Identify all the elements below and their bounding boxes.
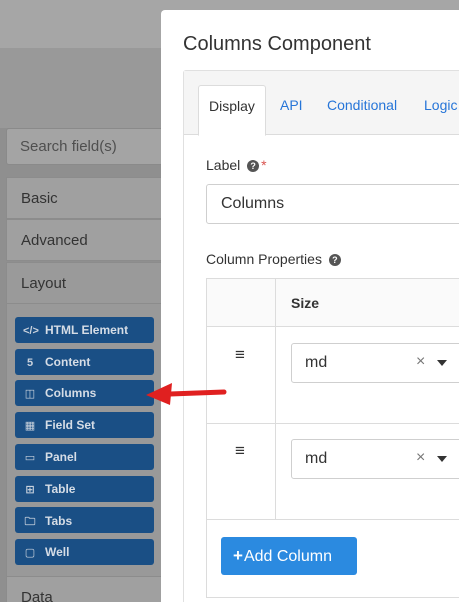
modal-title: Columns Component [183, 33, 371, 55]
list-alt-icon: ▭ [24, 452, 36, 464]
html5-icon: 5 [26, 357, 34, 369]
component-label: Panel [45, 450, 78, 464]
layout-group-body [6, 304, 164, 576]
tab-display[interactable]: Display [198, 85, 266, 136]
question-circle-icon[interactable]: ? [247, 160, 260, 172]
size-value: md [305, 450, 328, 467]
row-divider [207, 519, 459, 520]
red-arrow-annotation [146, 383, 227, 405]
header-size: Size [291, 295, 320, 311]
component-html-element[interactable]: </> HTML Element [15, 317, 154, 343]
grid-header [207, 279, 459, 327]
component-label: Columns [45, 386, 97, 400]
square-icon: ▢ [24, 547, 36, 559]
size-select[interactable]: md × [291, 439, 459, 479]
chevron-down-icon[interactable] [437, 456, 447, 462]
component-label: Table [45, 482, 76, 496]
component-label: Well [45, 545, 70, 559]
search-fields-input[interactable]: Search field(s) [6, 128, 164, 165]
component-field-set[interactable]: ▦ Field Set [15, 412, 154, 438]
tab-api[interactable]: API [280, 85, 303, 127]
group-data[interactable]: Data [6, 576, 164, 602]
clear-icon[interactable]: × [416, 353, 425, 371]
row-divider [207, 423, 459, 424]
grid-divider [275, 279, 276, 519]
component-well[interactable]: ▢ Well [15, 539, 154, 565]
tab-conditional[interactable]: Conditional [327, 85, 397, 127]
drag-handle-icon[interactable]: ≡ [235, 441, 245, 461]
component-label: Field Set [45, 418, 96, 432]
tab-bar: Display API Conditional Logic [184, 71, 459, 136]
column-properties-text: Column Properties [206, 251, 322, 267]
group-basic[interactable]: Basic [6, 177, 164, 219]
plus-icon: + [233, 546, 243, 565]
group-advanced[interactable]: Advanced [6, 219, 164, 261]
tab-logic[interactable]: Logic [424, 85, 457, 127]
chevron-down-icon[interactable] [437, 360, 447, 366]
component-label: HTML Element [45, 323, 129, 337]
component-tabs[interactable]: 🗀 Tabs [15, 507, 154, 533]
size-value: md [305, 354, 328, 371]
label-field-label: Label ? * [206, 157, 267, 173]
component-label: Content [45, 355, 91, 369]
column-properties-label: Column Properties ? [206, 251, 341, 267]
component-label: Tabs [45, 514, 73, 528]
columns-component-modal: Columns Component Display API Conditiona… [161, 10, 459, 602]
question-circle-icon[interactable]: ? [328, 254, 341, 266]
clear-icon[interactable]: × [416, 449, 425, 467]
add-column-label: Add Column [243, 548, 332, 565]
required-mark: * [261, 157, 267, 173]
label-input[interactable]: Columns [206, 184, 459, 224]
drag-handle-icon[interactable]: ≡ [235, 345, 245, 365]
th-large-icon: ▦ [24, 420, 36, 432]
component-panel[interactable]: ▭ Panel [15, 444, 154, 470]
group-layout[interactable]: Layout [6, 262, 164, 304]
component-table[interactable]: ⊞ Table [15, 476, 154, 502]
size-select[interactable]: md × [291, 343, 459, 383]
component-content[interactable]: 5 Content [15, 349, 154, 375]
code-icon: </> [23, 325, 39, 337]
columns-icon: ◫ [24, 388, 36, 400]
folder-icon: 🗀 [24, 516, 36, 528]
table-icon: ⊞ [25, 484, 35, 496]
component-columns[interactable]: ◫ Columns [15, 380, 154, 406]
label-text: Label [206, 157, 241, 173]
add-column-button[interactable]: +Add Column [221, 537, 357, 575]
column-properties-grid: Size ≡ md × ≡ md × +Add Column [206, 278, 459, 598]
